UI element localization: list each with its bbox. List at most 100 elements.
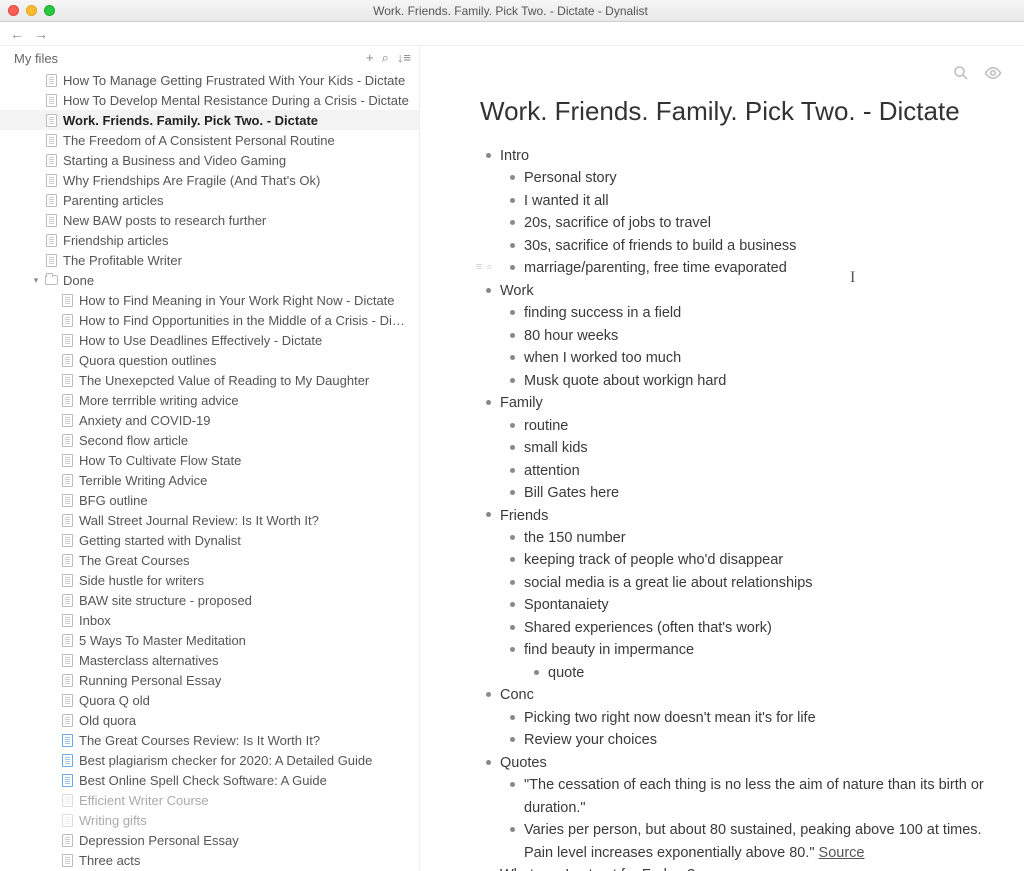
outline-text[interactable]: Work	[500, 283, 534, 299]
nav-forward-button[interactable]: →	[34, 26, 48, 42]
outline-item[interactable]: Familyroutinesmall kidsattentionBill Gat…	[480, 392, 984, 504]
file-item[interactable]: Side hustle for writers	[0, 570, 419, 590]
visibility-icon[interactable]	[984, 64, 1002, 87]
file-item[interactable]: BAW site structure - proposed	[0, 590, 419, 610]
file-item[interactable]: Writing gifts	[0, 810, 419, 830]
outline-item[interactable]: social media is a great lie about relati…	[504, 572, 984, 594]
nav-back-button[interactable]: ←	[10, 26, 24, 42]
outline-text[interactable]: finding success in a field	[524, 305, 681, 321]
outline-text[interactable]: Bill Gates here	[524, 485, 619, 501]
outline-item[interactable]: marriage/parenting, free time evaporated…	[504, 257, 984, 279]
file-item[interactable]: Efficient Writer Course	[0, 790, 419, 810]
file-item[interactable]: Anxiety and COVID-19	[0, 410, 419, 430]
file-item[interactable]: The Profitable Writer	[0, 250, 419, 270]
outline-item[interactable]: Personal story	[504, 167, 984, 189]
menu-icon[interactable]: ≡	[476, 259, 482, 276]
file-item[interactable]: Parenting articles	[0, 190, 419, 210]
outline-item[interactable]: 20s, sacrifice of jobs to travel	[504, 212, 984, 234]
file-item[interactable]: The Freedom of A Consistent Personal Rou…	[0, 130, 419, 150]
outline-text[interactable]: "The cessation of each thing is no less …	[524, 777, 984, 815]
outline-item[interactable]: the 150 number	[504, 527, 984, 549]
outline-root[interactable]: IntroPersonal storyI wanted it all20s, s…	[480, 145, 984, 871]
outline-item[interactable]: attention	[504, 460, 984, 482]
outline-text[interactable]: quote	[548, 665, 584, 681]
file-item[interactable]: Depression Personal Essay	[0, 830, 419, 850]
outline-text[interactable]: marriage/parenting, free time evaporated	[524, 260, 787, 276]
file-item[interactable]: How to Find Opportunities in the Middle …	[0, 310, 419, 330]
file-item[interactable]: Inbox	[0, 610, 419, 630]
outline-item[interactable]: 80 hour weeks	[504, 325, 984, 347]
file-item[interactable]: Second flow article	[0, 430, 419, 450]
file-item[interactable]: The Great Courses	[0, 550, 419, 570]
file-item[interactable]: How To Cultivate Flow State	[0, 450, 419, 470]
file-item[interactable]: BFG outline	[0, 490, 419, 510]
file-item[interactable]: Best Online Spell Check Software: A Guid…	[0, 770, 419, 790]
zoom-window-button[interactable]	[44, 5, 55, 16]
outline-text[interactable]: routine	[524, 418, 568, 434]
outline-text[interactable]: Review your choices	[524, 732, 657, 748]
outline-text[interactable]: the 150 number	[524, 530, 626, 546]
outline-item[interactable]: routine	[504, 415, 984, 437]
outline-item[interactable]: keeping track of people who'd disappear	[504, 549, 984, 571]
outline-text[interactable]: I wanted it all	[524, 193, 609, 209]
outline-text[interactable]: Spontanaiety	[524, 597, 609, 613]
file-item[interactable]: Running Personal Essay	[0, 670, 419, 690]
file-item[interactable]: More terrrible writing advice	[0, 390, 419, 410]
outline-item[interactable]: "The cessation of each thing is no less …	[504, 774, 984, 819]
file-item[interactable]: The Unexepcted Value of Reading to My Da…	[0, 370, 419, 390]
file-item[interactable]: How to Find Meaning in Your Work Right N…	[0, 290, 419, 310]
outline-text[interactable]: Conc	[500, 687, 534, 703]
outline-item[interactable]: IntroPersonal storyI wanted it all20s, s…	[480, 145, 984, 280]
folder-item[interactable]: ▾Done	[0, 270, 419, 290]
outline-item[interactable]: when I worked too much	[504, 347, 984, 369]
outline-text[interactable]: Personal story	[524, 170, 617, 186]
file-item[interactable]: How To Manage Getting Frustrated With Yo…	[0, 70, 419, 90]
file-item[interactable]: Why Friendships Are Fragile (And That's …	[0, 170, 419, 190]
outline-text[interactable]: social media is a great lie about relati…	[524, 575, 813, 591]
file-item[interactable]: Getting started with Dynalist	[0, 530, 419, 550]
document-title[interactable]: Work. Friends. Family. Pick Two. - Dicta…	[480, 96, 984, 127]
source-link[interactable]: Source	[819, 845, 865, 861]
zoom-icon[interactable]: ⌕	[486, 259, 492, 276]
file-item[interactable]: Wall Street Journal Review: Is It Worth …	[0, 510, 419, 530]
outline-item[interactable]: 30s, sacrifice of friends to build a bus…	[504, 235, 984, 257]
file-item[interactable]: Quora Q old	[0, 690, 419, 710]
outline-item[interactable]: Varies per person, but about 80 sustaine…	[504, 819, 984, 864]
search-doc-icon[interactable]	[952, 64, 970, 87]
outline-item[interactable]: What can I extract for Forbes?dictate th…	[480, 864, 984, 871]
outline-item[interactable]: Musk quote about workign hard	[504, 370, 984, 392]
outline-item[interactable]: finding success in a field	[504, 302, 984, 324]
outline-item[interactable]: Conc Picking two right now doesn't mean i…	[480, 684, 984, 751]
outline-item[interactable]: Quotes "The cessation of each thing is n…	[480, 752, 984, 864]
outline-text[interactable]: find beauty in impermance	[524, 642, 694, 658]
outline-text[interactable]: small kids	[524, 440, 588, 456]
outline-item[interactable]: find beauty in impermance quote	[504, 639, 984, 684]
sort-files-button[interactable]: ↓≡	[397, 50, 411, 66]
file-item[interactable]: How to Use Deadlines Effectively - Dicta…	[0, 330, 419, 350]
caret-icon[interactable]: ▾	[30, 275, 42, 286]
file-item[interactable]: Work. Friends. Family. Pick Two. - Dicta…	[0, 110, 419, 130]
close-window-button[interactable]	[8, 5, 19, 16]
outline-item[interactable]: Picking two right now doesn't mean it's …	[504, 707, 984, 729]
file-item[interactable]: How To Develop Mental Resistance During …	[0, 90, 419, 110]
file-item[interactable]: Three acts	[0, 850, 419, 870]
outline-text[interactable]: What can I extract for Forbes?	[500, 867, 695, 871]
outline-text[interactable]: Picking two right now doesn't mean it's …	[524, 710, 816, 726]
outline-item[interactable]: small kids	[504, 437, 984, 459]
outline-text[interactable]: Musk quote about workign hard	[524, 373, 726, 389]
outline-text[interactable]: when I worked too much	[524, 350, 681, 366]
file-item[interactable]: New BAW posts to research further	[0, 210, 419, 230]
file-item[interactable]: Best plagiarism checker for 2020: A Deta…	[0, 750, 419, 770]
outline-text[interactable]: 80 hour weeks	[524, 328, 618, 344]
outline-item[interactable]: quote	[528, 662, 984, 684]
outline-item[interactable]: Shared experiences (often that's work)	[504, 617, 984, 639]
outline-text[interactable]: Quotes	[500, 755, 547, 771]
file-item[interactable]: Friendship articles	[0, 230, 419, 250]
file-item[interactable]: Old quora	[0, 710, 419, 730]
outline-item[interactable]: Review your choices	[504, 729, 984, 751]
outline-text[interactable]: Varies per person, but about 80 sustaine…	[524, 822, 982, 860]
file-item[interactable]: Terrible Writing Advice	[0, 470, 419, 490]
outline-text[interactable]: 20s, sacrifice of jobs to travel	[524, 215, 711, 231]
outline-text[interactable]: Shared experiences (often that's work)	[524, 620, 772, 636]
minimize-window-button[interactable]	[26, 5, 37, 16]
